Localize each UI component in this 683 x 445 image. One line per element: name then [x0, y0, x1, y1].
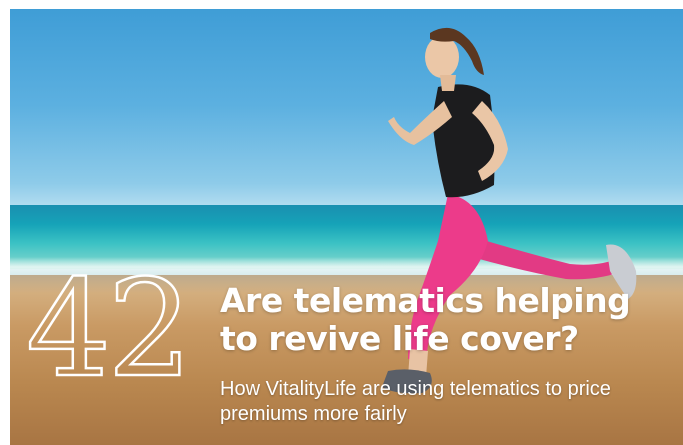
feature-number: 42	[25, 251, 194, 407]
runner-top	[432, 84, 495, 198]
runner-neck	[440, 75, 456, 91]
runner-back-leg	[472, 239, 628, 280]
feature-headline[interactable]: Are telematics helping to revive life co…	[220, 282, 660, 358]
runner-head	[425, 36, 459, 78]
feature-subhead: How VitalityLife are using telematics to…	[220, 378, 611, 425]
